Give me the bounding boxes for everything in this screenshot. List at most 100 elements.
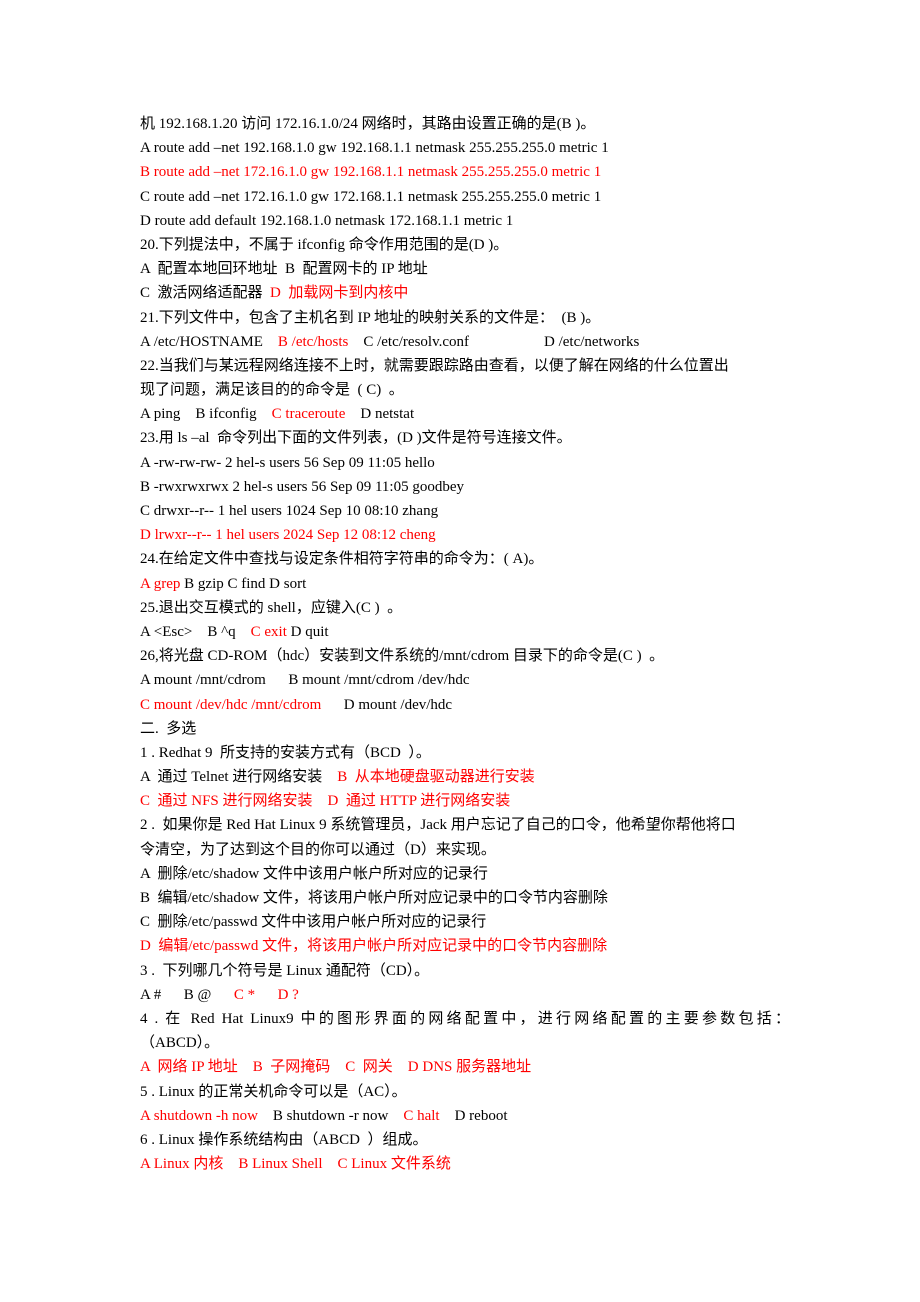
question-text: C 删除/etc/passwd 文件中该用户帐户所对应的记录行 xyxy=(140,914,487,931)
document-line: B -rwxrwxrwx 2 hel-s users 56 Sep 09 11:… xyxy=(140,475,790,499)
document-line: 二. 多选 xyxy=(140,717,790,741)
answer-text: C 通过 NFS 进行网络安装 D 通过 HTTP 进行网络安装 xyxy=(140,793,511,810)
document-line: 26,将光盘 CD-ROM（hdc）安装到文件系统的/mnt/cdrom 目录下… xyxy=(140,644,790,668)
document-line: 1 . Redhat 9 所支持的安装方式有（BCD ）。 xyxy=(140,741,790,765)
document-line: A 通过 Telnet 进行网络安装 B 从本地硬盘驱动器进行安装 xyxy=(140,765,790,789)
question-text: 22.当我们与某远程网络连接不上时，就需要跟踪路由查看，以便了解在网络的什么位置… xyxy=(140,357,729,374)
answer-text: A Linux 内核 B Linux Shell C Linux 文件系统 xyxy=(140,1156,451,1173)
question-text: D mount /dev/hdc xyxy=(321,696,453,713)
document-line: A /etc/HOSTNAME B /etc/hosts C /etc/reso… xyxy=(140,330,790,354)
answer-text: B 从本地硬盘驱动器进行安装 xyxy=(337,769,535,786)
question-text: A <Esc> B ^q xyxy=(140,623,251,640)
question-text: A /etc/HOSTNAME xyxy=(140,333,278,350)
document-line: A Linux 内核 B Linux Shell C Linux 文件系统 xyxy=(140,1152,790,1176)
question-text: A mount /mnt/cdrom B mount /mnt/cdrom /d… xyxy=(140,672,470,689)
question-text: （ABCD）。 xyxy=(140,1035,220,1052)
question-text: 令清空，为了达到这个目的你可以通过（D）来实现。 xyxy=(140,841,496,858)
answer-text: C traceroute xyxy=(271,406,346,423)
question-text: 23.用 ls –al 命令列出下面的文件列表，(D )文件是符号连接文件。 xyxy=(140,430,572,447)
question-text: A 删除/etc/shadow 文件中该用户帐户所对应的记录行 xyxy=(140,865,488,882)
document-line: 6 . Linux 操作系统结构由（ABCD ）组成。 xyxy=(140,1128,790,1152)
question-text: 6 . Linux 操作系统结构由（ABCD ）组成。 xyxy=(140,1131,428,1148)
document-line: 2 . 如果你是 Red Hat Linux 9 系统管理员，Jack 用户忘记… xyxy=(140,813,790,837)
question-text: C 激活网络适配器 xyxy=(140,285,271,302)
document-line: 23.用 ls –al 命令列出下面的文件列表，(D )文件是符号连接文件。 xyxy=(140,426,790,450)
document-line: 4 . 在 Red Hat Linux9 中的图形界面的网络配置中，进行网络配置… xyxy=(140,1007,790,1031)
document-line: A -rw-rw-rw- 2 hel-s users 56 Sep 09 11:… xyxy=(140,451,790,475)
question-text: 3 . 下列哪几个符号是 Linux 通配符（CD）。 xyxy=(140,962,430,979)
question-text: A 配置本地回环地址 B 配置网卡的 IP 地址 xyxy=(140,261,428,278)
question-text: 5 . Linux 的正常关机命令可以是（AC）。 xyxy=(140,1083,407,1100)
document-line: 20.下列提法中，不属于 ifconfig 命令作用范围的是(D )。 xyxy=(140,233,790,257)
question-text: 现了问题，满足该目的的命令是 ( C) 。 xyxy=(140,382,404,399)
answer-text: A 网络 IP 地址 B 子网掩码 C 网关 D DNS 服务器地址 xyxy=(140,1059,532,1076)
document-line: A ping B ifconfig C traceroute D netstat xyxy=(140,402,790,426)
document-line: C 激活网络适配器 D 加载网卡到内核中 xyxy=(140,281,790,305)
document-body: 机 192.168.1.20 访问 172.16.1.0/24 网络时，其路由设… xyxy=(140,112,790,1176)
question-text: 26,将光盘 CD-ROM（hdc）安装到文件系统的/mnt/cdrom 目录下… xyxy=(140,648,665,665)
answer-text: C mount /dev/hdc /mnt/cdrom xyxy=(140,696,322,713)
document-line: C route add –net 172.16.1.0 gw 172.168.1… xyxy=(140,185,790,209)
answer-text: D 编辑/etc/passwd 文件，将该用户帐户所对应记录中的口令节内容删除 xyxy=(140,938,608,955)
question-text: 机 192.168.1.20 访问 172.16.1.0/24 网络时，其路由设… xyxy=(140,116,596,132)
document-line: C mount /dev/hdc /mnt/cdrom D mount /dev… xyxy=(140,693,790,717)
question-text: D reboot xyxy=(439,1107,508,1124)
document-line: D lrwxr--r-- 1 hel users 2024 Sep 12 08:… xyxy=(140,523,790,547)
document-line: D 编辑/etc/passwd 文件，将该用户帐户所对应记录中的口令节内容删除 xyxy=(140,934,790,958)
document-line: A shutdown -h now B shutdown -r now C ha… xyxy=(140,1104,790,1128)
document-line: 3 . 下列哪几个符号是 Linux 通配符（CD）。 xyxy=(140,959,790,983)
answer-text: A shutdown -h now xyxy=(140,1107,258,1124)
answer-text: A grep xyxy=(140,575,181,592)
document-line: 机 192.168.1.20 访问 172.16.1.0/24 网络时，其路由设… xyxy=(140,112,790,136)
document-line: A route add –net 192.168.1.0 gw 192.168.… xyxy=(140,136,790,160)
document-line: C 通过 NFS 进行网络安装 D 通过 HTTP 进行网络安装 xyxy=(140,789,790,813)
document-line: 现了问题，满足该目的的命令是 ( C) 。 xyxy=(140,378,790,402)
question-text: B 编辑/etc/shadow 文件，将该用户帐户所对应记录中的口令节内容删除 xyxy=(140,890,608,906)
answer-text: D 加载网卡到内核中 xyxy=(270,285,409,302)
question-text: D route add default 192.168.1.0 netmask … xyxy=(140,212,514,229)
answer-text: D lrwxr--r-- 1 hel users 2024 Sep 12 08:… xyxy=(140,527,436,544)
document-line: A 配置本地回环地址 B 配置网卡的 IP 地址 xyxy=(140,257,790,281)
question-text: 25.退出交互模式的 shell，应键入(C ) 。 xyxy=(140,599,403,616)
document-line: 22.当我们与某远程网络连接不上时，就需要跟踪路由查看，以便了解在网络的什么位置… xyxy=(140,354,790,378)
document-line: A 网络 IP 地址 B 子网掩码 C 网关 D DNS 服务器地址 xyxy=(140,1055,790,1079)
question-text: 2 . 如果你是 Red Hat Linux 9 系统管理员，Jack 用户忘记… xyxy=(140,817,736,834)
document-line: A <Esc> B ^q C exit D quit xyxy=(140,620,790,644)
document-line: C 删除/etc/passwd 文件中该用户帐户所对应的记录行 xyxy=(140,910,790,934)
question-text: C route add –net 172.16.1.0 gw 172.168.1… xyxy=(140,188,602,205)
question-text: B -rwxrwxrwx 2 hel-s users 56 Sep 09 11:… xyxy=(140,478,464,495)
document-line: 21.下列文件中，包含了主机名到 IP 地址的映射关系的文件是： (B )。 xyxy=(140,306,790,330)
question-text: B gzip C find D sort xyxy=(180,575,307,592)
question-text: C /etc/resolv.conf D /etc/networks xyxy=(348,333,640,350)
document-line: A grep B gzip C find D sort xyxy=(140,572,790,596)
answer-text: B route add –net 172.16.1.0 gw 192.168.1… xyxy=(140,164,602,181)
question-text: 24.在给定文件中查找与设定条件相符字符串的命令为：( A)。 xyxy=(140,551,544,568)
document-line: 5 . Linux 的正常关机命令可以是（AC）。 xyxy=(140,1080,790,1104)
document-line: （ABCD）。 xyxy=(140,1031,790,1055)
document-line: C drwxr--r-- 1 hel users 1024 Sep 10 08:… xyxy=(140,499,790,523)
question-text: 4 . 在 Red Hat Linux9 中的图形界面的网络配置中，进行网络配置… xyxy=(140,1010,790,1027)
question-text: A route add –net 192.168.1.0 gw 192.168.… xyxy=(140,140,609,157)
document-line: A 删除/etc/shadow 文件中该用户帐户所对应的记录行 xyxy=(140,862,790,886)
answer-text: C halt xyxy=(403,1107,440,1124)
document-line: 24.在给定文件中查找与设定条件相符字符串的命令为：( A)。 xyxy=(140,547,790,571)
question-text: D quit xyxy=(286,623,329,640)
question-text: A # B @ xyxy=(140,986,234,1003)
question-text: B shutdown -r now xyxy=(257,1107,404,1124)
answer-text: C * D ? xyxy=(233,986,299,1003)
document-line: 令清空，为了达到这个目的你可以通过（D）来实现。 xyxy=(140,838,790,862)
document-line: D route add default 192.168.1.0 netmask … xyxy=(140,209,790,233)
document-line: A mount /mnt/cdrom B mount /mnt/cdrom /d… xyxy=(140,668,790,692)
question-text: 1 . Redhat 9 所支持的安装方式有（BCD ）。 xyxy=(140,744,431,761)
answer-text: C exit xyxy=(250,623,287,640)
question-text: 二. 多选 xyxy=(140,720,197,737)
question-text: A -rw-rw-rw- 2 hel-s users 56 Sep 09 11:… xyxy=(140,454,435,471)
question-text: 21.下列文件中，包含了主机名到 IP 地址的映射关系的文件是： (B )。 xyxy=(140,309,601,326)
question-text: A ping B ifconfig xyxy=(140,406,272,423)
question-text: A 通过 Telnet 进行网络安装 xyxy=(140,769,338,786)
document-line: B route add –net 172.16.1.0 gw 192.168.1… xyxy=(140,160,790,184)
answer-text: B /etc/hosts xyxy=(277,333,349,350)
document-line: A # B @ C * D ? xyxy=(140,983,790,1007)
question-text: D netstat xyxy=(345,406,415,423)
document-line: B 编辑/etc/shadow 文件，将该用户帐户所对应记录中的口令节内容删除 xyxy=(140,886,790,910)
